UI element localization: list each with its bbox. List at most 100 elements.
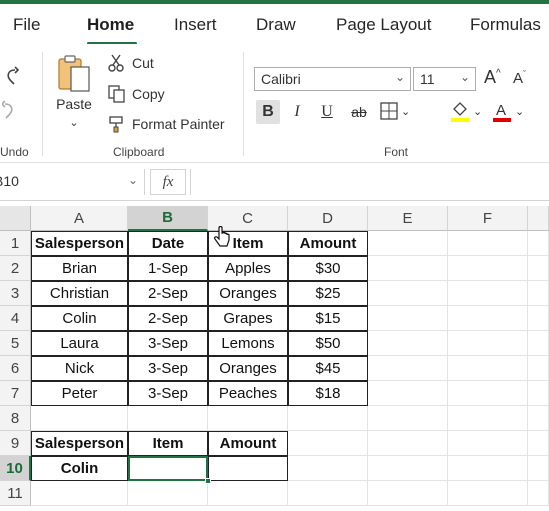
grid-cell[interactable] <box>528 481 549 506</box>
row-header[interactable]: 2 <box>0 256 31 281</box>
tab-page-layout[interactable]: Page Layout <box>336 15 431 35</box>
tab-file[interactable]: File <box>13 15 40 35</box>
grid-cell[interactable] <box>528 256 549 281</box>
table-cell[interactable]: Christian <box>31 281 128 306</box>
font-color-button[interactable]: A ⌄ <box>492 100 524 122</box>
fill-handle[interactable] <box>205 478 211 484</box>
table-cell[interactable]: 2-Sep <box>128 306 208 331</box>
grid-cell[interactable] <box>31 406 128 431</box>
grid-cell[interactable] <box>448 456 528 481</box>
tab-formulas[interactable]: Formulas <box>470 15 541 35</box>
grid-cell[interactable] <box>448 306 528 331</box>
grid-cell[interactable] <box>528 431 549 456</box>
underline-button[interactable]: U <box>315 100 339 124</box>
grid-cell[interactable] <box>448 281 528 306</box>
paste-button[interactable]: Paste ⌄ <box>54 54 94 129</box>
lookup-value-cell[interactable]: Colin <box>31 456 128 481</box>
table-header-cell[interactable]: Date <box>128 231 208 256</box>
grid-cell[interactable] <box>528 456 549 481</box>
format-painter-button[interactable]: Format Painter <box>108 115 225 133</box>
bold-button[interactable]: B <box>256 100 280 124</box>
grid-cell[interactable] <box>368 481 448 506</box>
table-cell[interactable]: Nick <box>31 356 128 381</box>
grid-cell[interactable] <box>528 231 549 256</box>
row-header[interactable]: 3 <box>0 281 31 306</box>
table-cell[interactable]: $45 <box>288 356 368 381</box>
grid-cell[interactable] <box>448 231 528 256</box>
font-size-select[interactable]: 11 ⌄ <box>413 67 476 91</box>
grid-cell[interactable] <box>528 381 549 406</box>
table-cell[interactable]: 3-Sep <box>128 331 208 356</box>
name-box[interactable]: B10 ⌄ <box>0 169 145 195</box>
lookup-header-cell[interactable]: Salesperson <box>31 431 128 456</box>
grid-cell[interactable] <box>448 256 528 281</box>
table-cell[interactable]: 2-Sep <box>128 281 208 306</box>
active-cell[interactable] <box>128 456 208 481</box>
copy-button[interactable]: Copy <box>108 85 165 103</box>
table-cell[interactable]: 1-Sep <box>128 256 208 281</box>
table-cell[interactable]: Brian <box>31 256 128 281</box>
redo-button[interactable] <box>2 100 22 122</box>
grid-cell[interactable] <box>368 281 448 306</box>
grid-cell[interactable] <box>128 406 208 431</box>
grid-cell[interactable] <box>288 481 368 506</box>
select-all-corner[interactable] <box>0 206 31 231</box>
table-header-cell[interactable]: Amount <box>288 231 368 256</box>
table-cell[interactable]: Peter <box>31 381 128 406</box>
column-header[interactable]: A <box>31 206 128 231</box>
row-header[interactable]: 4 <box>0 306 31 331</box>
fill-color-button[interactable]: ⌄ <box>450 100 482 122</box>
grid-cell[interactable] <box>208 481 288 506</box>
font-name-select[interactable]: Calibri ⌄ <box>254 67 411 91</box>
grid-cell[interactable] <box>448 331 528 356</box>
row-header[interactable]: 1 <box>0 231 31 256</box>
column-header[interactable] <box>528 206 549 231</box>
grid-cell[interactable] <box>528 306 549 331</box>
grid-cell[interactable] <box>448 481 528 506</box>
grid-cell[interactable] <box>368 306 448 331</box>
table-cell[interactable]: Peaches <box>208 381 288 406</box>
table-cell[interactable]: 3-Sep <box>128 381 208 406</box>
grid-cell[interactable] <box>288 406 368 431</box>
lookup-value-cell[interactable] <box>208 456 288 481</box>
table-cell[interactable]: $18 <box>288 381 368 406</box>
column-header[interactable]: E <box>368 206 448 231</box>
grid-cell[interactable] <box>528 406 549 431</box>
grid-cell[interactable] <box>368 456 448 481</box>
lookup-header-cell[interactable]: Item <box>128 431 208 456</box>
grid-cell[interactable] <box>368 381 448 406</box>
paste-dropdown-icon[interactable]: ⌄ <box>69 116 78 129</box>
grid-cell[interactable] <box>128 481 208 506</box>
column-header[interactable]: B <box>128 206 208 231</box>
grid-cell[interactable] <box>368 406 448 431</box>
table-cell[interactable]: $15 <box>288 306 368 331</box>
grid-cell[interactable] <box>448 381 528 406</box>
borders-button[interactable]: ⌄ <box>380 102 410 120</box>
cut-button[interactable]: Cut <box>108 54 154 72</box>
table-cell[interactable]: Lemons <box>208 331 288 356</box>
insert-function-button[interactable]: fx <box>150 169 186 195</box>
italic-button[interactable]: I <box>285 100 309 124</box>
lookup-header-cell[interactable]: Amount <box>208 431 288 456</box>
table-cell[interactable]: Colin <box>31 306 128 331</box>
grid-cell[interactable] <box>208 406 288 431</box>
row-header[interactable]: 5 <box>0 331 31 356</box>
table-cell[interactable]: $25 <box>288 281 368 306</box>
table-cell[interactable]: Oranges <box>208 281 288 306</box>
grid-cell[interactable] <box>448 431 528 456</box>
strikethrough-button[interactable]: ab <box>347 100 371 124</box>
table-cell[interactable]: Grapes <box>208 306 288 331</box>
row-header[interactable]: 8 <box>0 406 31 431</box>
tab-home[interactable]: Home <box>87 15 134 35</box>
table-cell[interactable]: Oranges <box>208 356 288 381</box>
formula-input[interactable] <box>190 169 549 195</box>
row-header[interactable]: 6 <box>0 356 31 381</box>
grid-cell[interactable] <box>528 281 549 306</box>
table-cell[interactable]: $50 <box>288 331 368 356</box>
grid-cell[interactable] <box>368 231 448 256</box>
decrease-font-size-button[interactable]: Aˇ <box>513 69 526 87</box>
undo-button[interactable] <box>2 66 22 88</box>
grid-cell[interactable] <box>528 331 549 356</box>
grid-cell[interactable] <box>368 256 448 281</box>
grid-cell[interactable] <box>288 456 368 481</box>
